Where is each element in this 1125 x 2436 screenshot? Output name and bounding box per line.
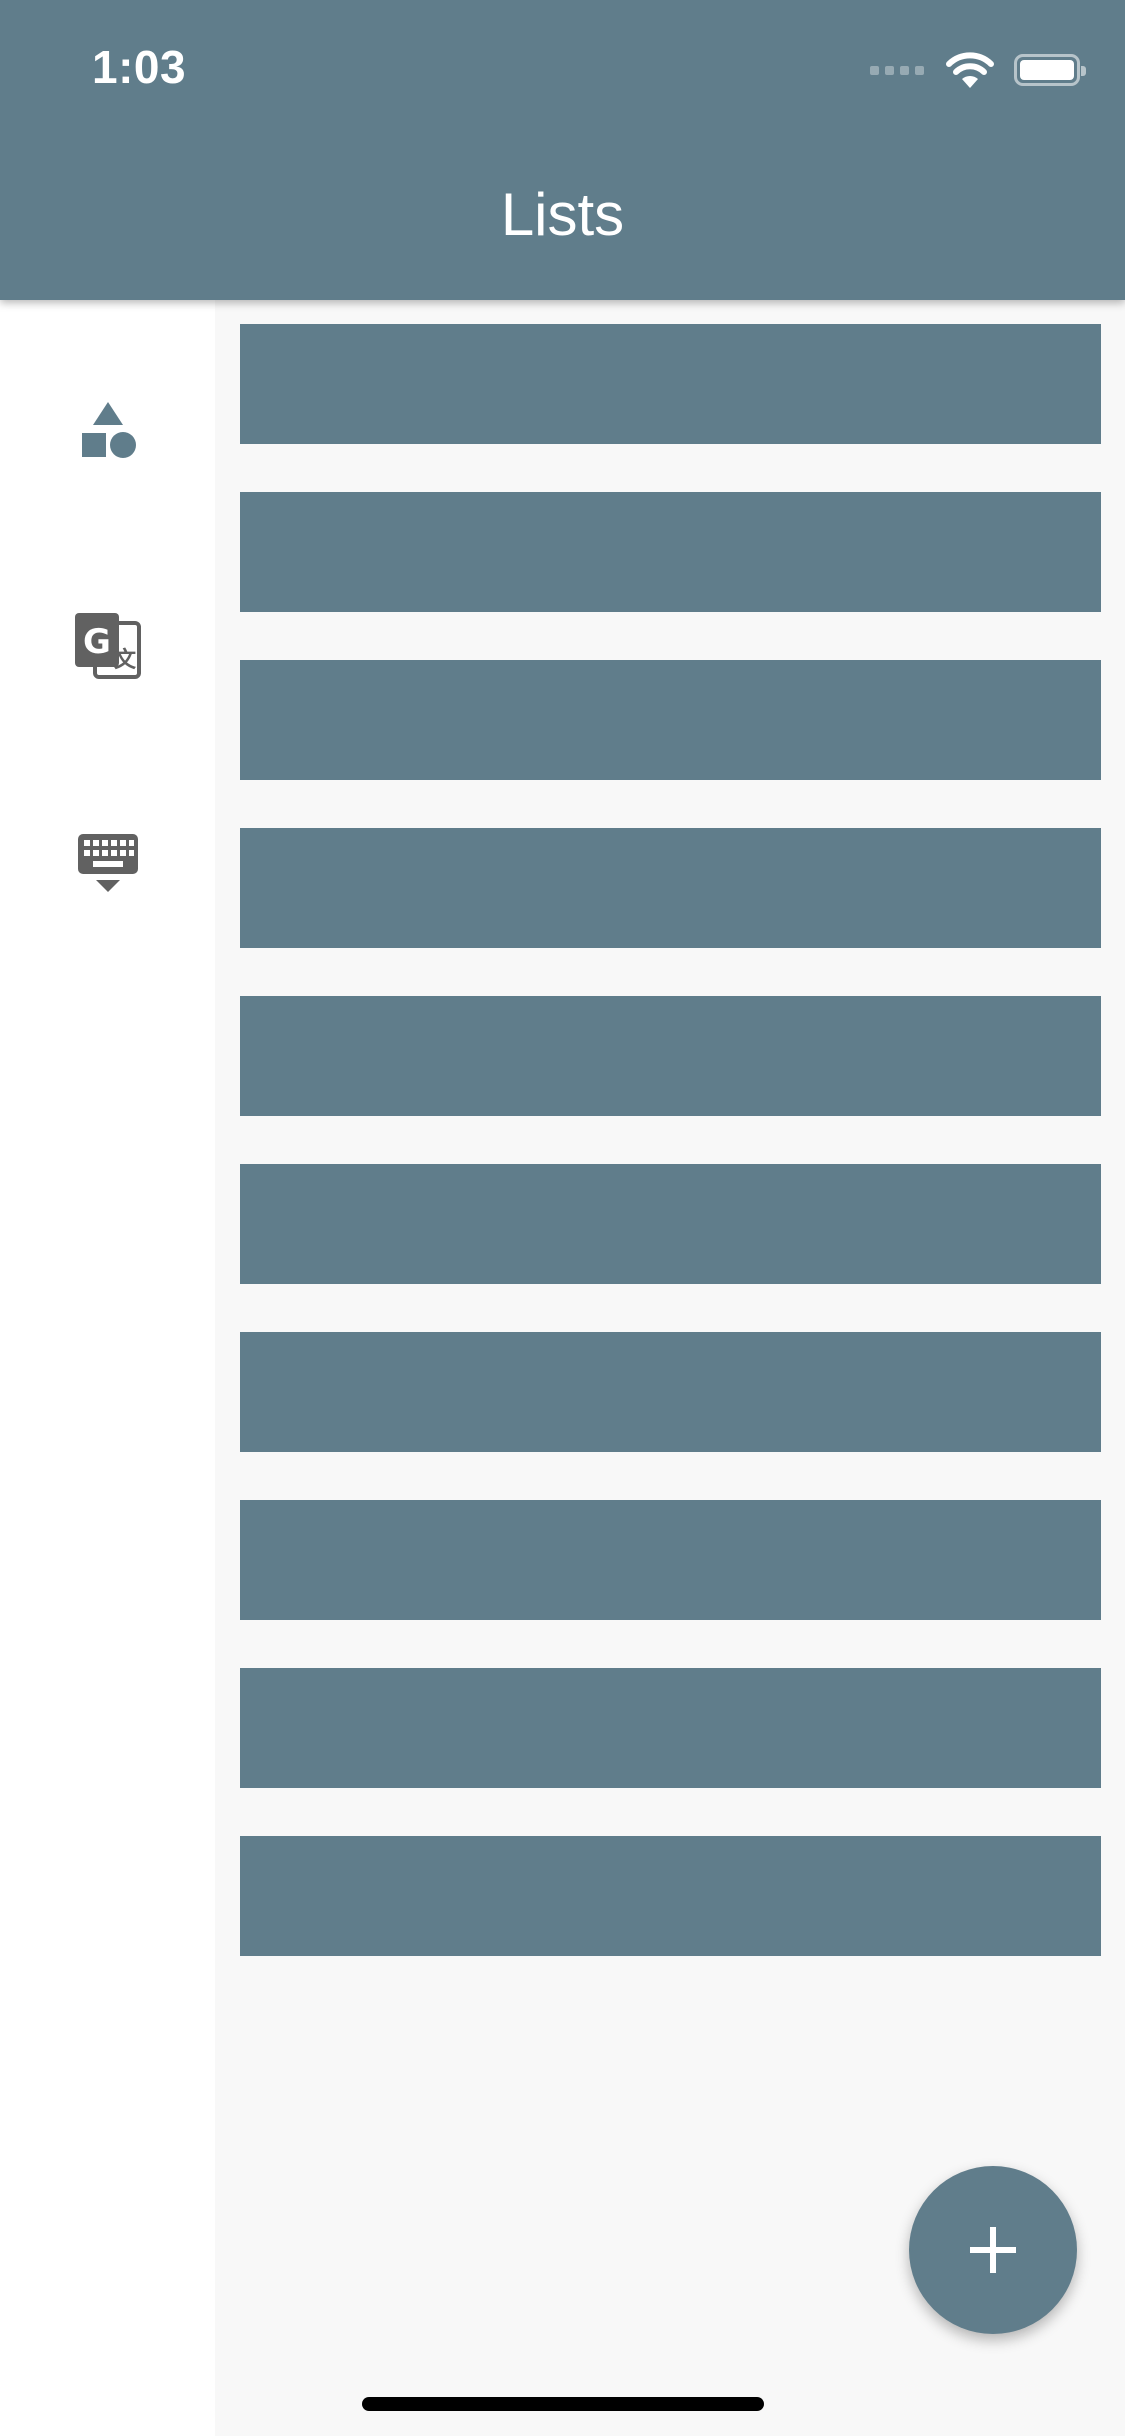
- translate-icon: G 文: [75, 613, 141, 679]
- shapes-icon: [82, 402, 136, 458]
- svg-text:G: G: [83, 622, 111, 662]
- list-item[interactable]: [240, 1836, 1101, 1956]
- rail-item-keyboard[interactable]: [48, 804, 168, 924]
- list-item[interactable]: [240, 324, 1101, 444]
- battery-icon: [1014, 54, 1086, 86]
- list-item[interactable]: [240, 1332, 1101, 1452]
- list: [240, 324, 1101, 2004]
- add-fab-button[interactable]: [909, 2166, 1077, 2334]
- cellular-signal-icon: [870, 65, 924, 75]
- navigation-rail: G 文: [0, 300, 215, 2436]
- list-item[interactable]: [240, 492, 1101, 612]
- list-item[interactable]: [240, 1668, 1101, 1788]
- list-item[interactable]: [240, 996, 1101, 1116]
- list-item[interactable]: [240, 1164, 1101, 1284]
- list-item[interactable]: [240, 1500, 1101, 1620]
- rail-item-shapes[interactable]: [48, 370, 168, 490]
- plus-icon: [970, 2227, 1016, 2273]
- page-title: Lists: [500, 181, 625, 248]
- list-item[interactable]: [240, 828, 1101, 948]
- rail-item-translate[interactable]: G 文: [48, 586, 168, 706]
- keyboard-hide-icon: [78, 834, 138, 892]
- status-icons: [870, 50, 1086, 90]
- screen: 1:03 Lists G 文: [0, 0, 1125, 2436]
- home-indicator[interactable]: [362, 2397, 764, 2411]
- wifi-icon: [946, 52, 994, 88]
- svg-text:文: 文: [114, 647, 137, 673]
- status-time: 1:03: [92, 41, 187, 93]
- app-bar: 1:03 Lists: [0, 0, 1125, 300]
- list-item[interactable]: [240, 660, 1101, 780]
